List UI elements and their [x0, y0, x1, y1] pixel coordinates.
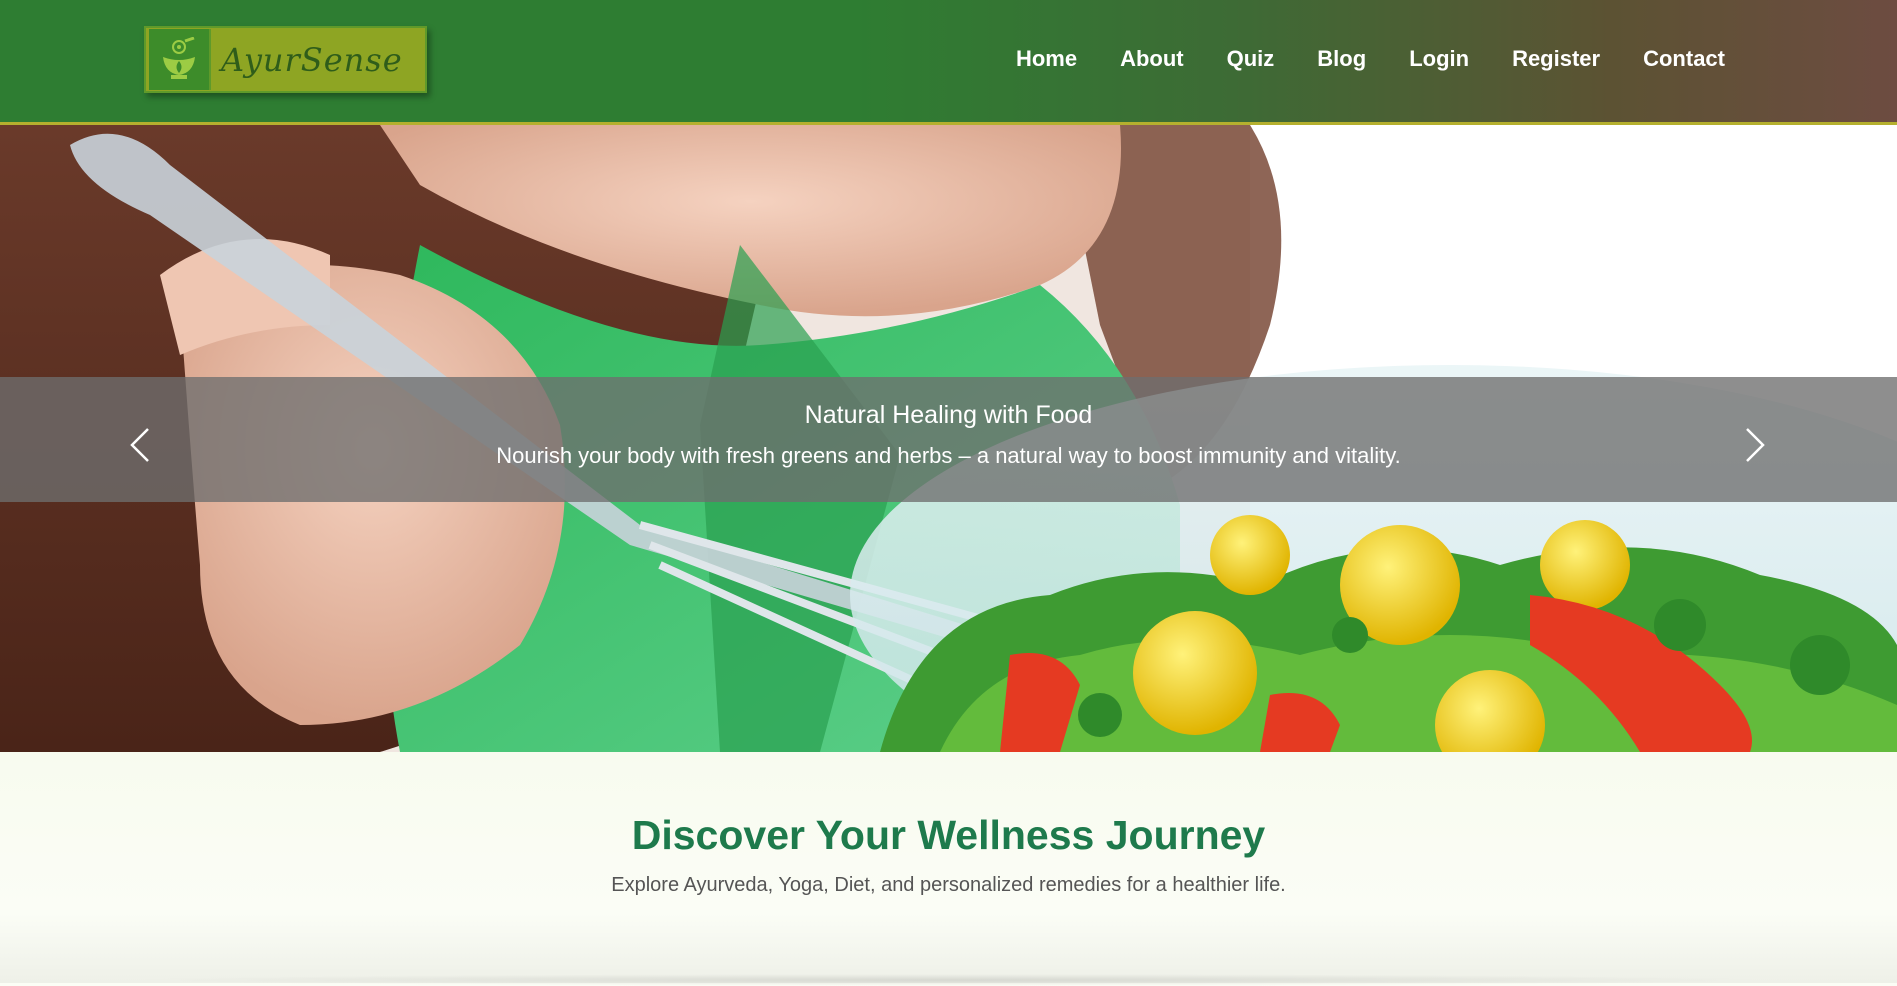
nav-login[interactable]: Login: [1409, 44, 1469, 74]
chevron-right-icon: [1746, 428, 1765, 462]
brand-logo[interactable]: AyurSense: [144, 26, 427, 93]
section-divider: [120, 974, 1777, 986]
nav-quiz[interactable]: Quiz: [1227, 44, 1275, 74]
nav-register[interactable]: Register: [1512, 44, 1600, 74]
main-nav: Home About Quiz Blog Login Register Cont…: [973, 44, 1725, 74]
carousel-next-button[interactable]: [1735, 417, 1775, 473]
site-header: AyurSense Home About Quiz Blog Login Reg…: [0, 0, 1897, 125]
slide-caption: Nourish your body with fresh greens and …: [496, 443, 1401, 468]
wellness-heading: Discover Your Wellness Journey: [631, 812, 1266, 858]
caption-band: [0, 377, 1897, 502]
wellness-subheading: Explore Ayurveda, Yoga, Diet, and person…: [611, 874, 1286, 896]
chevron-left-icon: [130, 428, 149, 462]
nav-about[interactable]: About: [1120, 44, 1184, 74]
carousel-prev-button[interactable]: [120, 417, 160, 473]
nav-contact[interactable]: Contact: [1643, 44, 1725, 74]
nav-blog[interactable]: Blog: [1317, 44, 1366, 74]
hero-carousel: Natural Healing with Food Nourish your b…: [0, 125, 1897, 752]
brand-name: AyurSense: [221, 40, 403, 79]
mortar-pestle-leaf-icon: [149, 29, 211, 90]
slide-title: Natural Healing with Food: [804, 401, 1093, 429]
wellness-section: Discover Your Wellness Journey Explore A…: [0, 752, 1897, 986]
nav-home[interactable]: Home: [1016, 44, 1077, 74]
